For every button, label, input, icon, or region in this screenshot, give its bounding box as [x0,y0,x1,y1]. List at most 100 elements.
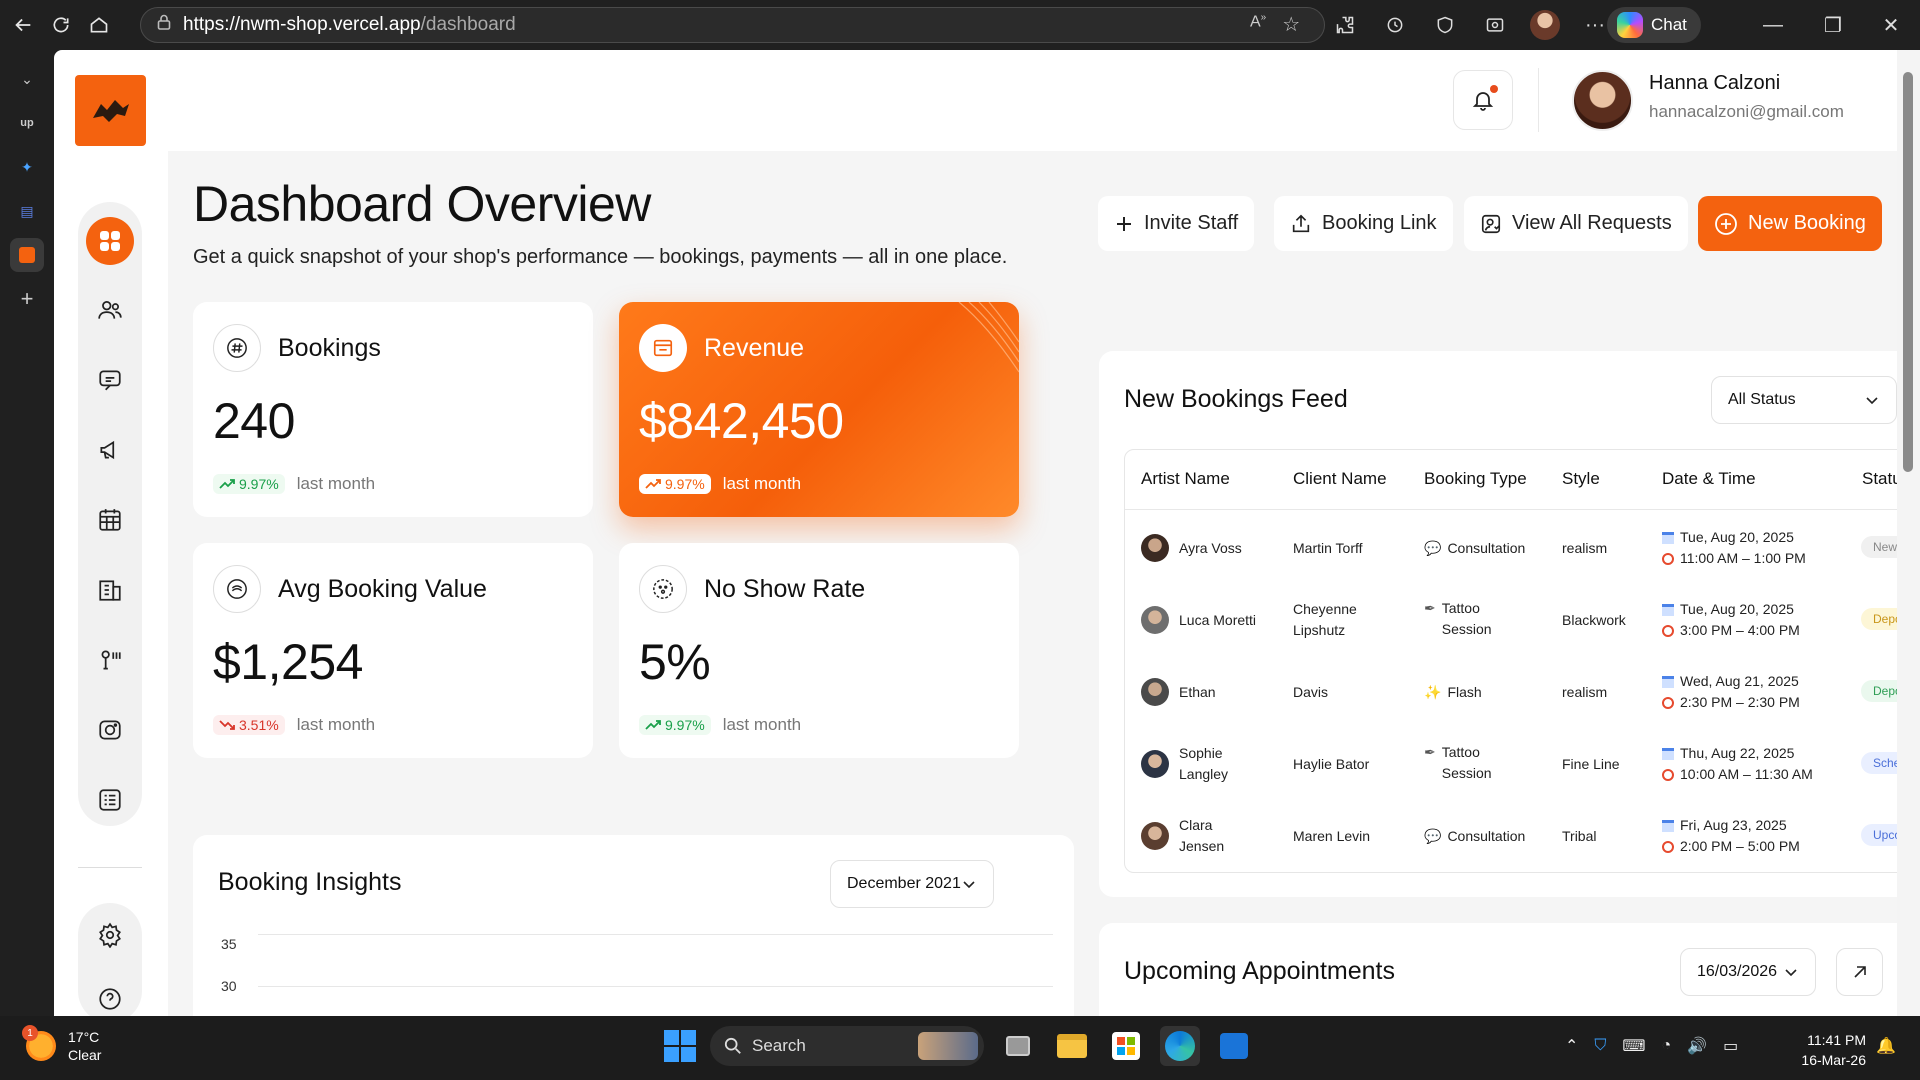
table-row[interactable]: Ethan Davis ✨ Flash realism Wed, Aug 21, … [1125,656,1897,728]
chevron-down-icon[interactable]: ⌄ [10,62,44,96]
date: Thu, Aug 22, 2025 [1680,745,1795,761]
invite-staff-label: Invite Staff [1144,212,1239,234]
client-name: Haylie Bator [1293,755,1370,772]
history-icon[interactable] [1380,10,1410,40]
clock-date: 16-Mar-26 [1801,1052,1866,1069]
col-booking-type[interactable]: Booking Type [1424,450,1527,508]
task-view-icon[interactable] [998,1026,1038,1066]
more-icon[interactable]: ··· [1580,10,1610,40]
defender-icon[interactable]: ⛉ [1594,1037,1606,1055]
table-row[interactable]: Luca Moretti Cheyenne Lipshutz ✒ Tattoo S… [1125,584,1897,656]
windows-start-icon[interactable] [664,1030,696,1062]
restore-icon[interactable]: ❐ [1804,0,1862,50]
add-icon[interactable]: + [10,282,44,316]
date-dropdown[interactable]: 16/03/2026 [1680,948,1816,996]
nav-artists[interactable] [86,636,134,684]
nav-clients[interactable] [86,286,134,334]
notifications-button[interactable] [1453,70,1513,130]
outlook-icon[interactable] [1214,1026,1254,1066]
shop-logo[interactable] [75,75,146,146]
booking-link-button[interactable]: Booking Link [1274,196,1453,251]
type-cell: 💬 Consultation [1424,800,1525,872]
client-name: Cheyenne Lipshutz [1293,601,1357,638]
file-explorer-icon[interactable] [1052,1026,1092,1066]
col-status[interactable]: Statu [1862,450,1897,508]
upcoming-title: Upcoming Appointments [1124,957,1395,985]
read-aloud-icon[interactable]: A» [1250,12,1266,37]
scrollbar-thumb[interactable] [1903,72,1913,472]
invite-staff-button[interactable]: Invite Staff [1098,196,1255,251]
artist-cell: Ethan [1141,656,1216,728]
store-icon[interactable] [1106,1026,1146,1066]
wifi-icon[interactable]: ◔ [1662,1037,1672,1055]
nav-reports[interactable] [86,776,134,824]
nav-marketing[interactable] [86,426,134,474]
col-client[interactable]: Client Name [1293,450,1387,508]
stat-card-no-show: No Show Rate 5% 9.97% last month [619,543,1019,758]
favorite-star-icon[interactable]: ☆ [1282,12,1300,37]
clock[interactable]: 11:41 PM 16-Mar-26 [1790,1030,1866,1071]
stat-trend: 9.97% last month [639,715,801,735]
table-row[interactable]: Ayra Voss Martin Torff 💬 Consultation rea… [1125,512,1897,584]
battery-icon[interactable]: ▭ [1723,1036,1738,1056]
status-filter-dropdown[interactable]: All Status [1711,376,1897,424]
period-dropdown[interactable]: December 2021 [830,860,994,908]
nav-help[interactable] [86,975,134,1016]
taskbar-search[interactable]: Search [710,1026,984,1066]
alarm-icon [1662,696,1674,709]
clock-time: 11:41 PM [1807,1032,1866,1048]
alarm-icon [1662,840,1674,853]
new-booking-button[interactable]: New Booking [1698,196,1882,251]
chat-bubble-icon: 💬 [1424,539,1442,556]
back-icon[interactable] [6,8,40,42]
weather-widget[interactable]: 1 17°C Clear [22,1025,101,1064]
view-all-requests-label: View All Requests [1512,212,1672,234]
nav-calendar[interactable] [86,496,134,544]
volume-icon[interactable]: 🔊 [1687,1036,1707,1056]
extensions-icon[interactable] [1330,10,1360,40]
booking-type: Tattoo Session [1441,744,1492,781]
trend-badge: 9.97% [213,474,285,494]
app-icon[interactable] [10,238,44,272]
keyboard-icon[interactable]: ⌨ [1622,1036,1645,1056]
user-avatar[interactable] [1572,70,1633,131]
close-icon[interactable]: ✕ [1862,0,1920,50]
chevron-up-icon[interactable]: ⌃ [1565,1036,1578,1056]
notes-icon[interactable]: ▤ [10,194,44,228]
notification-bell-icon[interactable]: 🔔 [1876,1036,1896,1056]
screenshot-icon[interactable] [1480,10,1510,40]
address-bar[interactable]: https://nwm-shop.vercel.app/dashboard [140,7,1325,43]
nav-messages[interactable] [86,356,134,404]
refresh-icon[interactable] [44,8,78,42]
nav-instagram[interactable] [86,706,134,754]
shield-icon[interactable] [1430,10,1460,40]
stat-label: Bookings [278,334,381,362]
nav-shop[interactable] [86,566,134,614]
col-date-time[interactable]: Date & Time [1662,450,1756,508]
copilot-chat-button[interactable]: Chat [1607,7,1701,43]
view-all-requests-button[interactable]: View All Requests [1464,196,1688,251]
profile-avatar[interactable] [1530,10,1560,40]
date: Tue, Aug 20, 2025 [1680,601,1794,617]
stat-trend: 9.97% last month [639,474,801,494]
nav-dashboard[interactable] [86,217,134,265]
expand-button[interactable] [1836,948,1883,996]
home-icon[interactable] [82,8,116,42]
table-row[interactable]: Sophie Langley Haylie Bator ✒ Tattoo Sess… [1125,728,1897,800]
sparkle-icon[interactable]: ✦ [10,150,44,184]
nav-settings[interactable] [86,911,134,959]
table-row[interactable]: Clara Jensen Maren Levin 💬 Consultation T… [1125,800,1897,872]
status-badge: Depo [1861,608,1897,630]
col-style[interactable]: Style [1562,450,1600,508]
upwork-icon[interactable]: up [10,106,44,140]
col-artist[interactable]: Artist Name [1141,450,1230,508]
client-name: Maren Levin [1293,827,1371,844]
nav-divider [78,867,142,868]
status-badge: Depo [1861,680,1897,702]
avatar [1141,750,1169,778]
share-icon [1292,214,1310,232]
building-icon [99,580,121,601]
gear-icon [99,922,121,948]
minimize-icon[interactable]: — [1744,0,1802,50]
edge-icon[interactable] [1160,1026,1200,1066]
